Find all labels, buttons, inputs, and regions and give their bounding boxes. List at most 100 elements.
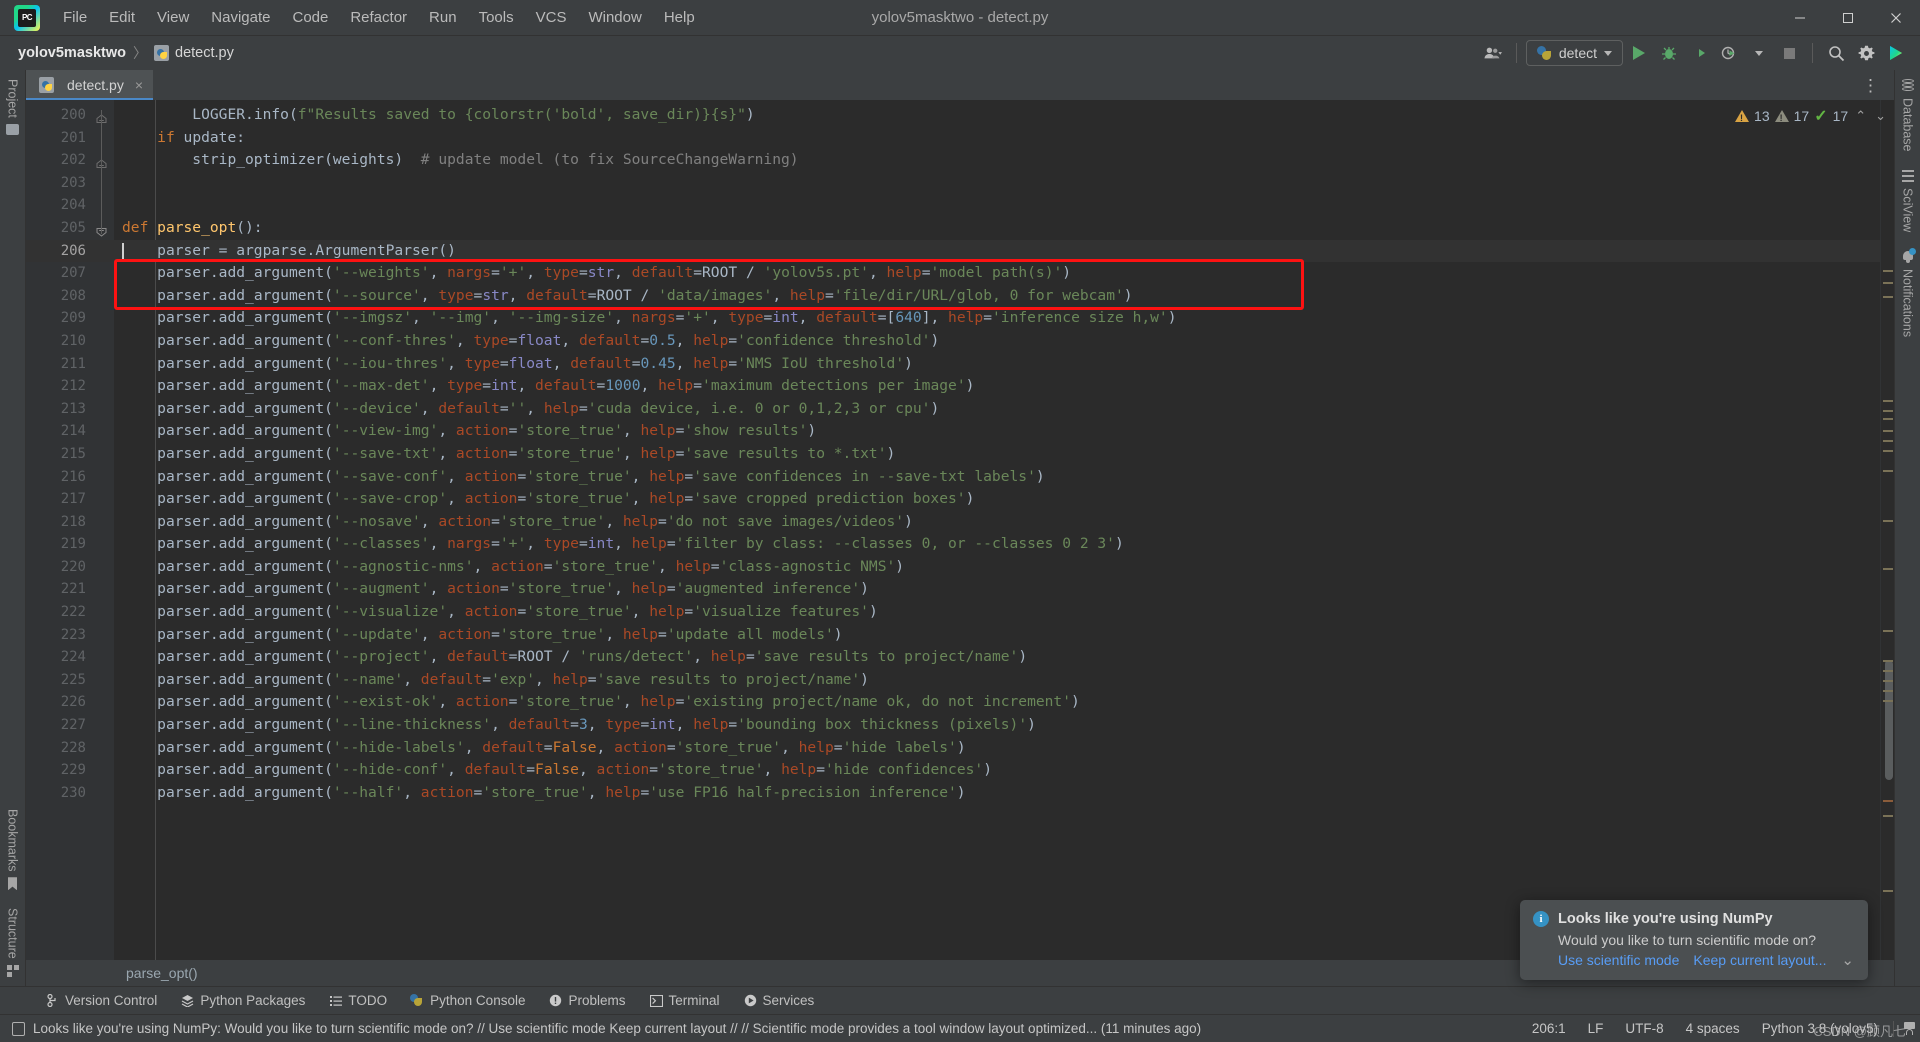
error-stripe-mark[interactable] xyxy=(1883,440,1893,442)
tool-python-console[interactable]: Python Console xyxy=(399,990,537,1011)
menu-navigate[interactable]: Navigate xyxy=(200,4,281,32)
code-line[interactable]: parser.add_argument('--save-conf', actio… xyxy=(114,466,1880,489)
error-stripe-mark[interactable] xyxy=(1883,470,1893,472)
line-number[interactable]: 215 xyxy=(26,443,114,466)
error-stripe-mark[interactable] xyxy=(1883,568,1893,570)
line-number[interactable]: 223 xyxy=(26,624,114,647)
stop-button[interactable] xyxy=(1775,40,1803,66)
code-line[interactable]: parser.add_argument('--conf-thres', type… xyxy=(114,330,1880,353)
run-with-coverage-button[interactable] xyxy=(1685,40,1713,66)
menu-edit[interactable]: Edit xyxy=(98,4,146,32)
close-button[interactable] xyxy=(1872,0,1920,36)
code-line[interactable]: parser.add_argument('--update', action='… xyxy=(114,624,1880,647)
indent-setting[interactable]: 4 spaces xyxy=(1675,1019,1751,1038)
code-line[interactable]: parser.add_argument('--hide-conf', defau… xyxy=(114,759,1880,782)
code-line[interactable]: parser.add_argument('--source', type=str… xyxy=(114,285,1880,308)
code-editor[interactable]: LOGGER.info(f"Results saved to {colorstr… xyxy=(114,100,1880,960)
error-stripe-mark[interactable] xyxy=(1883,670,1893,672)
sidebar-item-structure[interactable]: Structure xyxy=(6,899,20,986)
code-line[interactable]: parser.add_argument('--max-det', type=in… xyxy=(114,375,1880,398)
caret-position[interactable]: 206:1 xyxy=(1521,1019,1577,1038)
code-line[interactable]: parser.add_argument('--save-crop', actio… xyxy=(114,488,1880,511)
chevron-up-icon[interactable]: ⌃ xyxy=(1853,108,1868,124)
code-line[interactable]: strip_optimizer(weights) # update model … xyxy=(114,149,1880,172)
code-line[interactable]: parser.add_argument('--iou-thres', type=… xyxy=(114,353,1880,376)
sidebar-item-sciview[interactable]: SciView xyxy=(1901,161,1915,241)
code-line[interactable]: parser.add_argument('--line-thickness', … xyxy=(114,714,1880,737)
user-account-icon[interactable] xyxy=(1479,40,1507,66)
line-number[interactable]: 218 xyxy=(26,511,114,534)
maximize-button[interactable] xyxy=(1824,0,1872,36)
error-stripe-mark[interactable] xyxy=(1883,400,1893,402)
code-line[interactable]: parser.add_argument('--hide-labels', def… xyxy=(114,737,1880,760)
code-line[interactable]: parser.add_argument('--project', default… xyxy=(114,646,1880,669)
code-line[interactable]: parser = argparse.ArgumentParser() xyxy=(114,239,1880,263)
menu-window[interactable]: Window xyxy=(577,4,652,32)
line-number[interactable]: 211 xyxy=(26,353,114,376)
tool-python-packages[interactable]: Python Packages xyxy=(169,990,317,1011)
code-line[interactable]: parser.add_argument('--classes', nargs='… xyxy=(114,533,1880,556)
error-stripe-mark[interactable] xyxy=(1883,418,1893,420)
line-number[interactable]: 224 xyxy=(26,646,114,669)
code-line[interactable]: parser.add_argument('--save-txt', action… xyxy=(114,443,1880,466)
minimize-button[interactable] xyxy=(1776,0,1824,36)
line-number[interactable]: 227 xyxy=(26,714,114,737)
tool-problems[interactable]: Problems xyxy=(537,990,637,1011)
line-number[interactable]: 214 xyxy=(26,420,114,443)
keep-current-layout-link[interactable]: Keep current layout... xyxy=(1693,952,1826,968)
numpy-notification-popup[interactable]: i Looks like you're using NumPy Would yo… xyxy=(1520,900,1868,980)
error-stripe-marker-bar[interactable] xyxy=(1880,100,1894,960)
error-stripe-mark[interactable] xyxy=(1883,660,1893,662)
error-stripe-mark[interactable] xyxy=(1883,270,1893,272)
gear-icon[interactable] xyxy=(1852,40,1880,66)
python-interpreter[interactable]: Python 3.8 (yolov5) xyxy=(1751,1019,1889,1038)
sidebar-item-project[interactable]: Project xyxy=(6,70,20,144)
search-icon[interactable] xyxy=(1822,40,1850,66)
line-number[interactable]: 207 xyxy=(26,262,114,285)
line-number[interactable]: 225 xyxy=(26,669,114,692)
line-number[interactable]: 206 xyxy=(26,239,114,263)
error-stripe-mark[interactable] xyxy=(1883,700,1893,702)
line-number[interactable]: 216 xyxy=(26,466,114,489)
menu-code[interactable]: Code xyxy=(281,4,339,32)
code-line[interactable]: parser.add_argument('--view-img', action… xyxy=(114,420,1880,443)
inspection-widget[interactable]: 13 17 ✓ 17 ⌃ ⌄ xyxy=(1735,106,1888,126)
code-line[interactable]: parser.add_argument('--visualize', actio… xyxy=(114,601,1880,624)
menu-vcs[interactable]: VCS xyxy=(525,4,578,32)
menu-refactor[interactable]: Refactor xyxy=(339,4,418,32)
updates-icon[interactable] xyxy=(1882,40,1910,66)
sidebar-item-database[interactable]: Database xyxy=(1901,70,1915,161)
code-line[interactable]: def parse_opt(): xyxy=(114,217,1880,240)
line-number[interactable]: 213 xyxy=(26,398,114,421)
line-number[interactable]: 209 xyxy=(26,307,114,330)
code-line[interactable]: parser.add_argument('--imgsz', '--img', … xyxy=(114,307,1880,330)
breadcrumb-file[interactable]: detect.py xyxy=(154,45,234,61)
tab-detect-py[interactable]: detect.py × xyxy=(26,70,154,100)
code-line[interactable]: parser.add_argument('--augment', action=… xyxy=(114,578,1880,601)
error-stripe-mark[interactable] xyxy=(1883,430,1893,432)
menu-tools[interactable]: Tools xyxy=(468,4,525,32)
menu-help[interactable]: Help xyxy=(653,4,706,32)
profile-dropdown-icon[interactable] xyxy=(1745,40,1773,66)
error-stripe-mark[interactable] xyxy=(1883,815,1893,817)
line-number[interactable]: 228 xyxy=(26,737,114,760)
error-stripe-mark[interactable] xyxy=(1883,800,1893,802)
code-line[interactable] xyxy=(114,172,1880,195)
code-line[interactable] xyxy=(114,194,1880,217)
line-number[interactable]: 217 xyxy=(26,488,114,511)
line-number[interactable]: 210 xyxy=(26,330,114,353)
error-stripe-mark[interactable] xyxy=(1883,282,1893,284)
line-number[interactable]: 222 xyxy=(26,601,114,624)
more-options-icon[interactable]: ⋮ xyxy=(1856,77,1886,94)
debug-button[interactable] xyxy=(1655,40,1683,66)
tool-version-control[interactable]: Version Control xyxy=(34,990,169,1011)
file-encoding[interactable]: UTF-8 xyxy=(1614,1019,1674,1038)
line-number[interactable]: 208 xyxy=(26,285,114,308)
error-stripe-mark[interactable] xyxy=(1883,630,1893,632)
run-button[interactable] xyxy=(1625,40,1653,66)
line-separator[interactable]: LF xyxy=(1577,1019,1615,1038)
profile-button[interactable] xyxy=(1715,40,1743,66)
error-stripe-mark[interactable] xyxy=(1883,680,1893,682)
code-line[interactable]: parser.add_argument('--device', default=… xyxy=(114,398,1880,421)
line-number[interactable]: 229 xyxy=(26,759,114,782)
